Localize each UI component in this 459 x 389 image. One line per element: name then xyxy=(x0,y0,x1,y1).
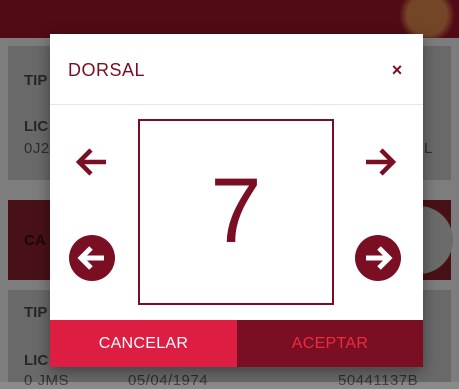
dorsal-number: 7 xyxy=(210,160,262,262)
arrow-left-icon[interactable] xyxy=(72,142,112,182)
dorsal-dialog: DORSAL × 7 CANCELAR ACEPTAR xyxy=(50,34,423,367)
cancel-button[interactable]: CANCELAR xyxy=(50,320,237,367)
accept-button[interactable]: ACEPTAR xyxy=(237,320,423,367)
dialog-title: DORSAL xyxy=(68,60,146,80)
arrow-right-icon[interactable] xyxy=(360,142,400,182)
circle-arrow-right-icon[interactable] xyxy=(355,235,401,281)
dialog-divider xyxy=(50,104,423,105)
dorsal-number-display: 7 xyxy=(138,119,334,305)
circle-arrow-left-icon[interactable] xyxy=(69,235,115,281)
close-icon[interactable]: × xyxy=(385,58,409,82)
